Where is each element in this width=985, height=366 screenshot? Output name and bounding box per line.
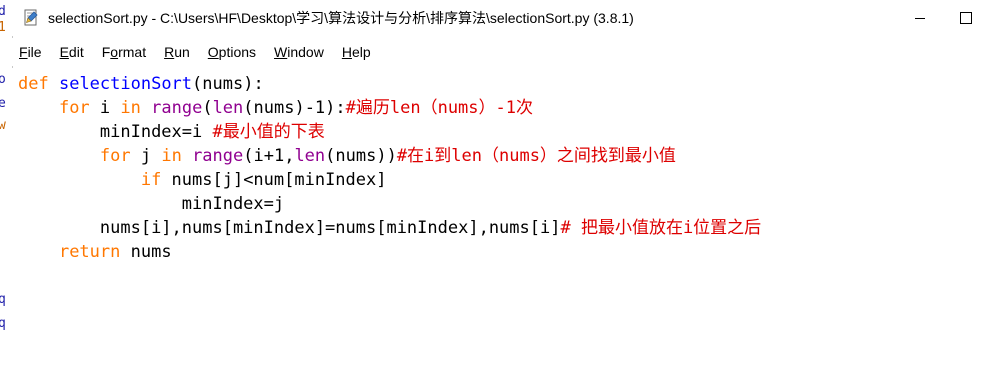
code-editor[interactable]: def selectionSort(nums): for i in range(… [12,68,985,366]
idle-python-file-icon[interactable] [22,9,40,27]
minimize-button[interactable] [897,0,943,36]
code-comment: #在i到len（nums）之间找到最小值 [396,146,676,166]
minimize-icon [915,17,925,19]
background-fragment: w [0,118,6,133]
code-line: return nums [58,242,172,262]
code-line: for i in range(len(nums)-1):#遍历len（nums）… [58,98,533,118]
menu-help[interactable]: Help [333,38,380,66]
background-fragment: q [0,292,6,307]
code-line: def selectionSort(nums): [18,74,264,94]
maximize-button[interactable] [943,0,985,36]
background-fragment: e [0,96,6,111]
code-comment: #最小值的下表 [212,122,325,142]
menu-options[interactable]: Options [199,38,265,66]
menu-format[interactable]: Fo rmat [93,38,155,66]
code-line: for j in range(i+1,len(nums))#在i到len（num… [99,146,676,166]
code-comment: #遍历len（nums）-1次 [345,98,533,118]
title-bar[interactable]: selectionSort.py - C:\Users\HF\Desktop\学… [12,0,985,36]
menu-edit[interactable]: Edit [51,38,93,66]
background-fragment: o [0,72,6,87]
code-line: minIndex=j [181,194,285,214]
code-line: nums[i],nums[minIndex]=nums[minIndex],nu… [99,218,762,238]
maximize-icon [960,12,972,24]
code-line: minIndex=i #最小值的下表 [99,122,325,142]
code-comment: # 把最小值放在i位置之后 [560,218,762,238]
background-fragment: 1 [0,20,6,35]
menu-run[interactable]: Run [155,38,199,66]
background-fragment: q [0,316,6,331]
background-fragment: d [0,4,6,19]
window-title: selectionSort.py - C:\Users\HF\Desktop\学… [48,10,634,26]
menu-window[interactable]: Window [265,38,333,66]
menu-bar: File Edit Fo rmat Run Options Window Help [12,38,985,66]
menu-file[interactable]: File [12,38,51,66]
code-line: if nums[j]<num[minIndex] [140,170,387,190]
